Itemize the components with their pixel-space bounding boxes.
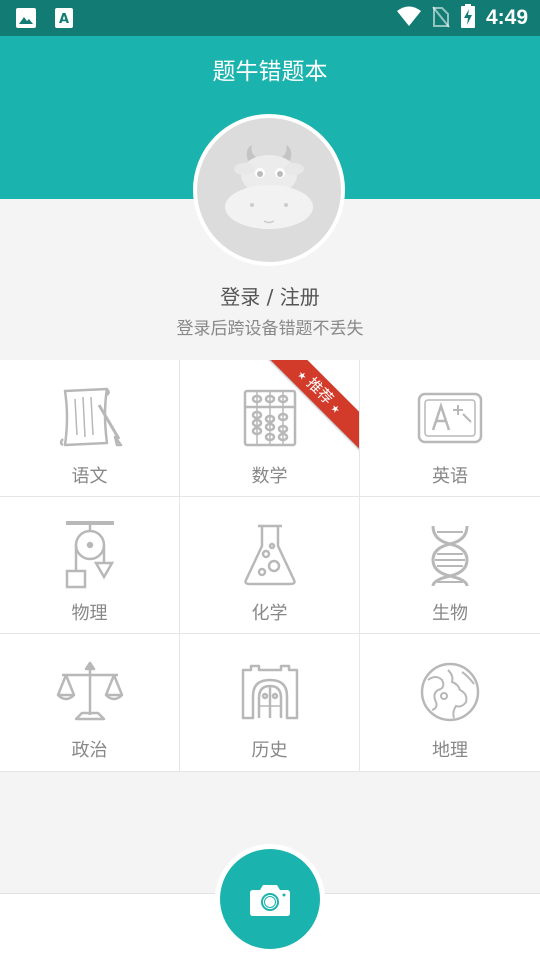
globe-icon <box>412 654 488 730</box>
clock: 4:49 <box>485 6 528 29</box>
subject-label: 语文 <box>71 466 108 487</box>
subject-label: 物理 <box>71 603 108 624</box>
subject-label: 英语 <box>432 466 468 487</box>
login-register-link[interactable]: 登录 / 注册 <box>0 281 540 310</box>
subject-label: 政治 <box>71 740 108 761</box>
abacus-icon <box>232 380 308 456</box>
subject-grid: 语文 数学 ★推荐★ 英语 物理 化学 生物 政治 历史 地理 <box>0 360 540 772</box>
scales-icon <box>52 654 128 730</box>
dna-icon <box>412 517 488 593</box>
flask-icon <box>232 517 308 593</box>
subject-label: 生物 <box>432 603 468 624</box>
subject-biology[interactable]: 生物 <box>360 497 540 634</box>
subject-politics[interactable]: 政治 <box>0 634 180 772</box>
cow-avatar-icon <box>225 145 313 229</box>
castle-gate-icon <box>232 654 308 730</box>
page-title: 题牛错题本 <box>212 59 328 85</box>
subject-chinese[interactable]: 语文 <box>0 360 180 497</box>
text-a-icon: A <box>52 6 76 30</box>
no-sim-icon <box>432 4 450 32</box>
avatar[interactable] <box>193 114 345 266</box>
subject-label: 化学 <box>251 603 288 624</box>
a-plus-board-icon <box>412 380 488 456</box>
subject-chemistry[interactable]: 化学 <box>180 497 360 634</box>
scroll-icon <box>52 380 128 456</box>
subject-label: 数学 <box>251 466 288 487</box>
pulley-icon <box>52 517 128 593</box>
image-icon <box>14 6 38 30</box>
battery-charging-icon <box>460 4 476 32</box>
subject-english[interactable]: 英语 <box>360 360 540 497</box>
subject-math[interactable]: 数学 ★推荐★ <box>180 360 360 497</box>
subject-history[interactable]: 历史 <box>180 634 360 772</box>
subject-label: 历史 <box>251 740 288 761</box>
svg-text:A: A <box>59 12 69 27</box>
camera-icon <box>250 885 290 916</box>
status-bar: A 4:49 <box>0 0 540 36</box>
subject-label: 地理 <box>432 740 468 761</box>
subject-physics[interactable]: 物理 <box>0 497 180 634</box>
camera-button[interactable] <box>215 844 325 954</box>
wifi-icon <box>396 5 422 31</box>
subject-geography[interactable]: 地理 <box>360 634 540 772</box>
login-subtitle: 登录后跨设备错题不丢失 <box>176 319 364 339</box>
